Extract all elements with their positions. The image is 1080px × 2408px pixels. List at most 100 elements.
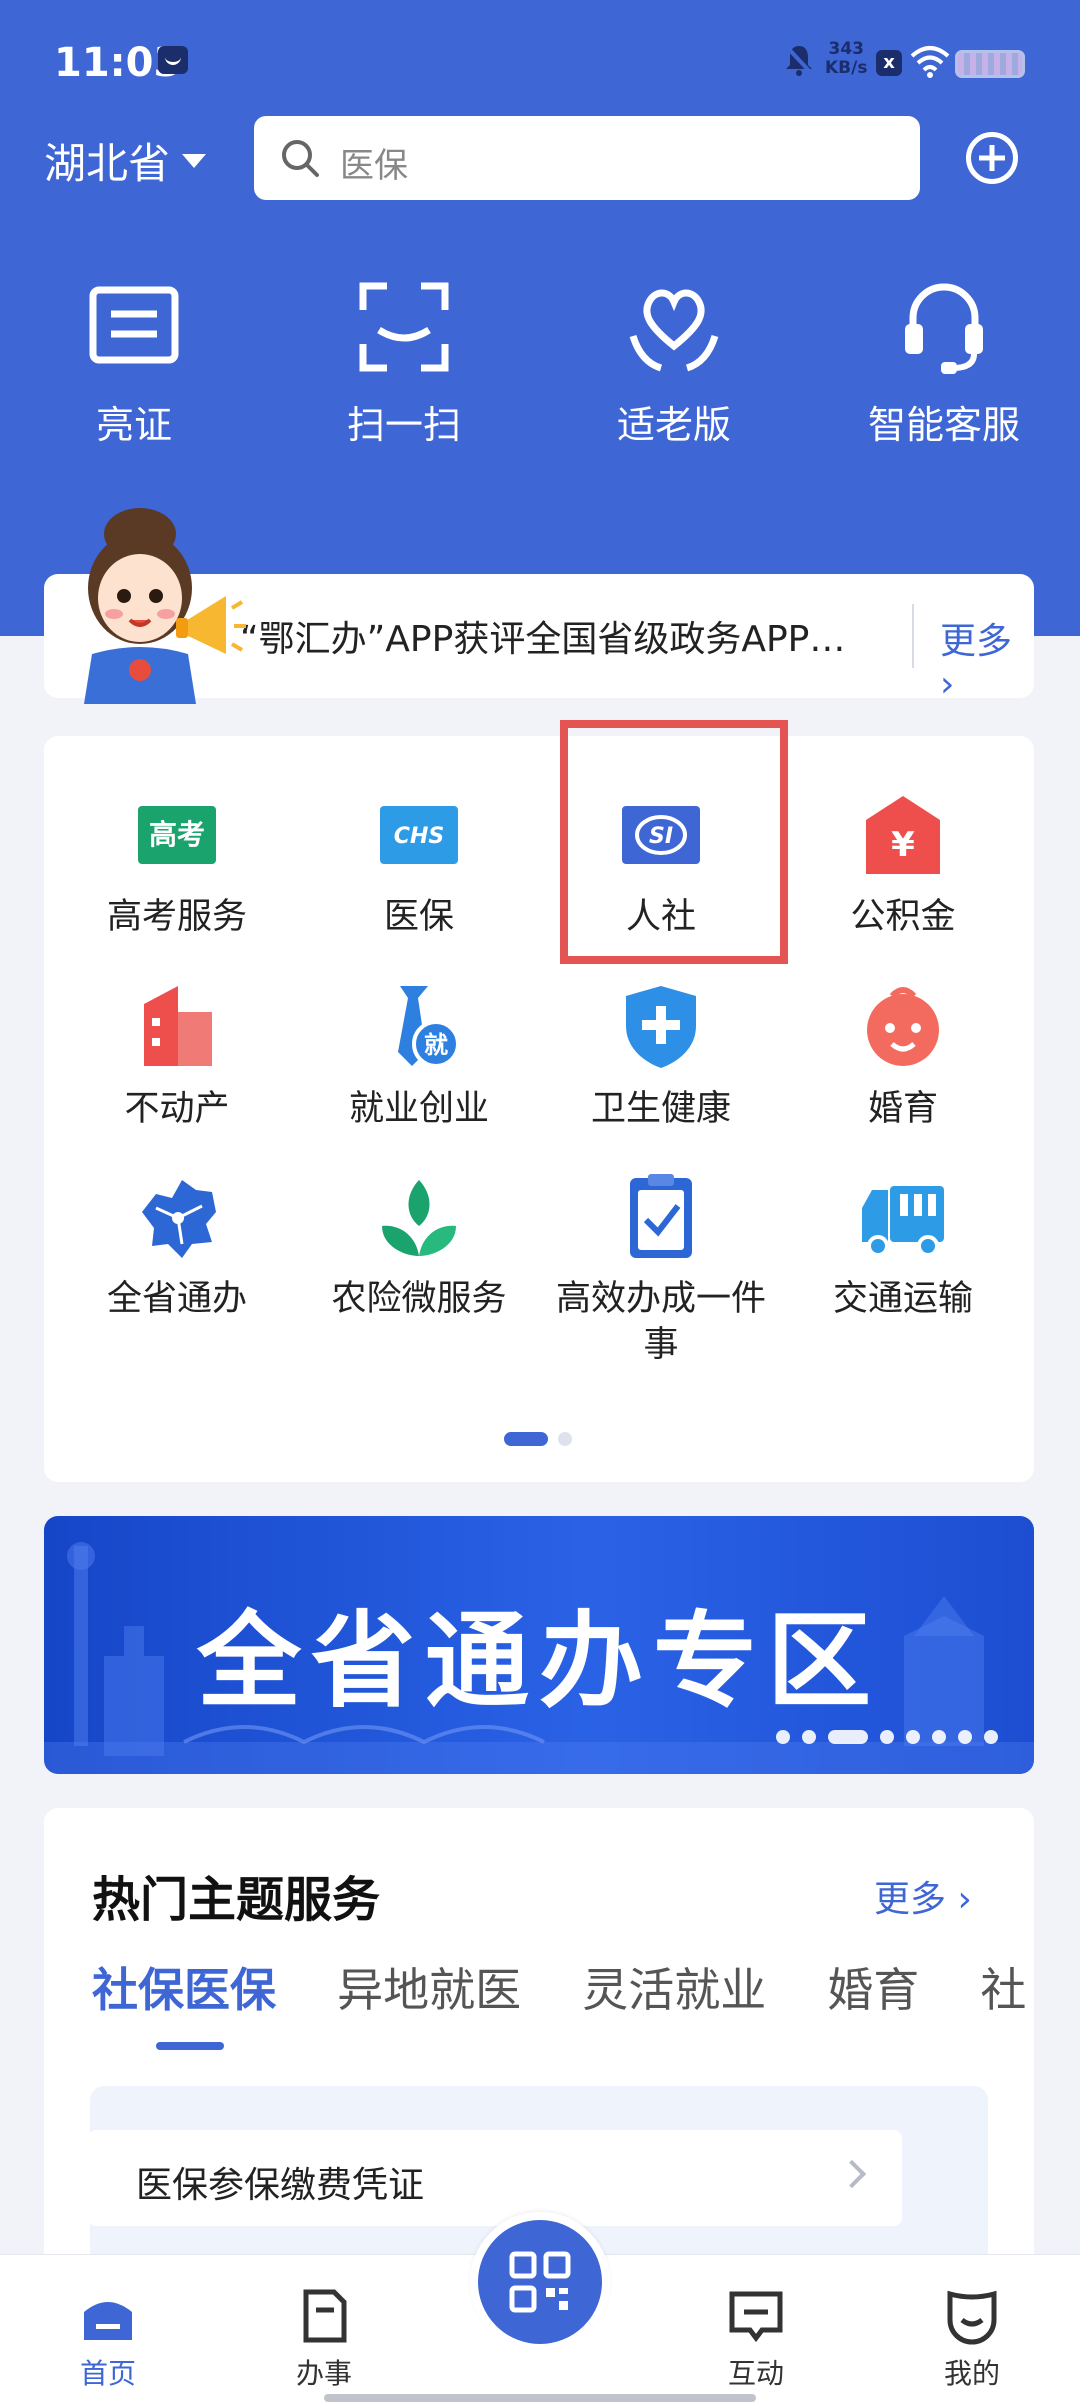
- chs-icon-text: CHS: [394, 824, 444, 849]
- quick-action-customer-service[interactable]: 智能客服: [844, 272, 1044, 449]
- quick-action-label: 亮证: [95, 403, 172, 447]
- add-button[interactable]: [966, 132, 1018, 184]
- x-app-icon: x: [876, 50, 902, 76]
- quick-action-label: 适老版: [616, 403, 731, 447]
- gaokao-icon: 高考: [138, 806, 216, 864]
- nav-label: 我的: [943, 2357, 1000, 2390]
- service-transport[interactable]: 交通运输: [782, 1172, 1024, 1322]
- banner-title: 全省通办专区: [196, 1599, 881, 1722]
- home-indicator[interactable]: [324, 2394, 756, 2402]
- network-speed-unit: KB/s: [825, 58, 868, 78]
- service-label: 婚育: [867, 1089, 938, 1129]
- service-gaokao[interactable]: 高考 高考服务: [56, 790, 298, 940]
- battery-icon: [955, 50, 1025, 78]
- document-icon: [303, 2289, 347, 2343]
- tab-social-partial[interactable]: 社: [980, 1954, 1026, 2020]
- hot-topics-title: 热门主题服务: [92, 1872, 381, 1928]
- employment-icon: 就: [398, 986, 460, 1068]
- banner-dot: [880, 1730, 894, 1744]
- chat-icon: [729, 2291, 783, 2343]
- service-label: 就业创业: [348, 1089, 489, 1129]
- page-indicator: [504, 1432, 572, 1446]
- banner-dot: [984, 1730, 998, 1744]
- quick-action-scan[interactable]: 扫一扫: [304, 272, 504, 449]
- province-banner[interactable]: 全省通办专区: [44, 1516, 1034, 1774]
- service-health[interactable]: 卫生健康: [540, 982, 782, 1132]
- nav-label: 办事: [295, 2357, 352, 2390]
- nav-home[interactable]: 首页: [38, 2286, 178, 2392]
- service-label: 农险微服务: [331, 1279, 507, 1319]
- wifi-icon: [910, 46, 950, 78]
- elder-heart-icon: [629, 289, 719, 372]
- service-employment[interactable]: 就 就业创业: [298, 982, 540, 1132]
- message-notification-icon: [158, 46, 188, 74]
- chevron-right-icon: [837, 2159, 867, 2189]
- service-label: 全省通办: [106, 1279, 247, 1319]
- network-speed-value: 343: [828, 39, 864, 59]
- province-label: 湖北省: [44, 139, 171, 188]
- card-icon: [89, 286, 179, 364]
- service-one-thing[interactable]: 高效办成一件事: [540, 1172, 782, 1368]
- notice-text[interactable]: “鄂汇办”APP获评全国省级政务APP…: [240, 610, 880, 662]
- quick-action-elder-mode[interactable]: 适老版: [574, 272, 774, 449]
- banner-dot: [932, 1730, 946, 1744]
- profile-smile-icon: [947, 2290, 997, 2345]
- tab-marriage-birth[interactable]: 婚育: [827, 1954, 919, 2020]
- province-selector[interactable]: 湖北省: [44, 130, 207, 191]
- qr-code-icon: [509, 2251, 571, 2313]
- topic-item-label: 医保参保缴费凭证: [136, 2165, 425, 2206]
- chs-icon: CHS: [380, 806, 458, 864]
- quick-action-show-license[interactable]: 亮证: [34, 272, 234, 449]
- tab-social-medical[interactable]: 社保医保: [92, 1954, 276, 2020]
- status-bar: 11:03 343 KB/s x: [0, 0, 1080, 126]
- service-housing-fund[interactable]: ¥ 公积金: [782, 790, 1024, 940]
- quick-action-label: 智能客服: [867, 403, 1020, 447]
- topic-item[interactable]: 医保参保缴费凭证: [88, 2130, 902, 2226]
- search-bar[interactable]: 医保: [254, 116, 920, 200]
- notice-more-link[interactable]: 更多 ›: [940, 612, 1034, 705]
- active-tab-underline: [156, 2042, 224, 2050]
- housing-fund-icon-text: ¥: [891, 825, 915, 865]
- mascot-megaphone-image: [84, 508, 246, 704]
- page-dot-active: [504, 1432, 548, 1446]
- nav-label: 互动: [727, 2357, 784, 2390]
- gaokao-icon-text: 高考: [149, 818, 205, 851]
- banner-dot-active: [828, 1730, 868, 1744]
- truck-icon: [862, 1186, 944, 1257]
- scan-icon: [359, 282, 449, 372]
- hot-topics-more-link[interactable]: 更多 ›: [874, 1870, 972, 1922]
- nav-interact[interactable]: 互动: [686, 2286, 826, 2392]
- headset-icon: [905, 283, 983, 374]
- topic-tabs: 社保医保 异地就医 灵活就业 婚育 社: [92, 1954, 1032, 2034]
- employment-icon-text: 就: [424, 1031, 448, 1059]
- nav-mine[interactable]: 我的: [902, 2286, 1042, 2392]
- service-label: 卫生健康: [590, 1089, 731, 1129]
- network-speed: 343 KB/s: [825, 40, 867, 78]
- nav-services[interactable]: 办事: [254, 2286, 394, 2392]
- banner-dot: [906, 1730, 920, 1744]
- tab-flexible-employment[interactable]: 灵活就业: [582, 1954, 766, 2020]
- service-label: 不动产: [124, 1089, 230, 1129]
- nav-label: 首页: [79, 2357, 136, 2390]
- qr-code-button[interactable]: [470, 2212, 610, 2352]
- service-province-wide[interactable]: 全省通办: [56, 1172, 298, 1322]
- service-real-estate[interactable]: 不动产: [56, 982, 298, 1132]
- page-dot: [558, 1432, 572, 1446]
- sprout-icon: [382, 1180, 456, 1256]
- home-icon: [84, 2302, 132, 2340]
- service-label: 医保: [383, 897, 454, 937]
- banner-indicator: [776, 1730, 998, 1744]
- service-agri-insurance[interactable]: 农险微服务: [298, 1172, 540, 1322]
- quick-action-label: 扫一扫: [346, 403, 461, 447]
- divider: [912, 604, 914, 668]
- search-placeholder: 医保: [340, 146, 408, 186]
- clipboard-check-icon: [630, 1174, 692, 1258]
- service-label: 交通运输: [832, 1279, 973, 1319]
- tab-remote-medical[interactable]: 异地就医: [337, 1954, 521, 2020]
- service-medical-insurance[interactable]: CHS 医保: [298, 790, 540, 940]
- highlight-box: [560, 720, 788, 964]
- real-estate-icon: [144, 986, 212, 1066]
- service-marriage-birth[interactable]: 婚育: [782, 982, 1024, 1132]
- housing-fund-icon: ¥: [866, 796, 940, 874]
- banner-dot: [802, 1730, 816, 1744]
